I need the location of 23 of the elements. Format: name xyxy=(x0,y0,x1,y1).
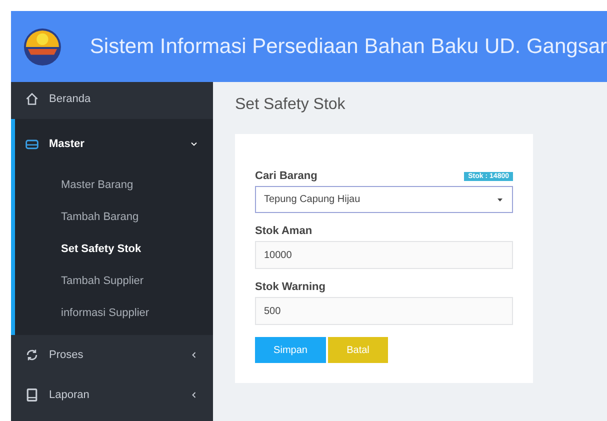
field-label: Stok Warning xyxy=(255,281,326,293)
submenu-item[interactable]: Tambah Barang xyxy=(61,201,213,233)
refresh-icon xyxy=(25,348,39,362)
field-label: Stok Aman xyxy=(255,225,312,237)
select-field[interactable]: Tepung Capung Hijau xyxy=(255,186,513,213)
field-label: Cari Barang xyxy=(255,170,318,182)
submenu-item[interactable]: Tambah Supplier xyxy=(61,265,213,297)
input-field[interactable]: 10000 xyxy=(255,241,513,269)
menu-item[interactable]: Laporan xyxy=(11,375,213,415)
book-icon xyxy=(25,388,39,402)
menu-item[interactable]: Beranda xyxy=(11,82,213,116)
menu-item[interactable]: Proses xyxy=(11,335,213,375)
drive-icon xyxy=(25,137,39,151)
input-field[interactable]: 500 xyxy=(255,297,513,325)
submenu-item[interactable]: informasi Supplier xyxy=(61,297,213,329)
submenu-item[interactable]: Set Safety Stok xyxy=(61,233,213,265)
logo-icon xyxy=(23,26,62,66)
home-icon xyxy=(25,92,39,106)
caret-icon xyxy=(496,196,504,204)
app-title: Sistem Informasi Persediaan Bahan Baku UD. Gangsar xyxy=(90,34,607,58)
menu-item[interactable]: Master xyxy=(15,119,213,169)
page-title: Set Safety Stok xyxy=(235,96,346,114)
submenu-item[interactable]: Master Barang xyxy=(61,169,213,201)
